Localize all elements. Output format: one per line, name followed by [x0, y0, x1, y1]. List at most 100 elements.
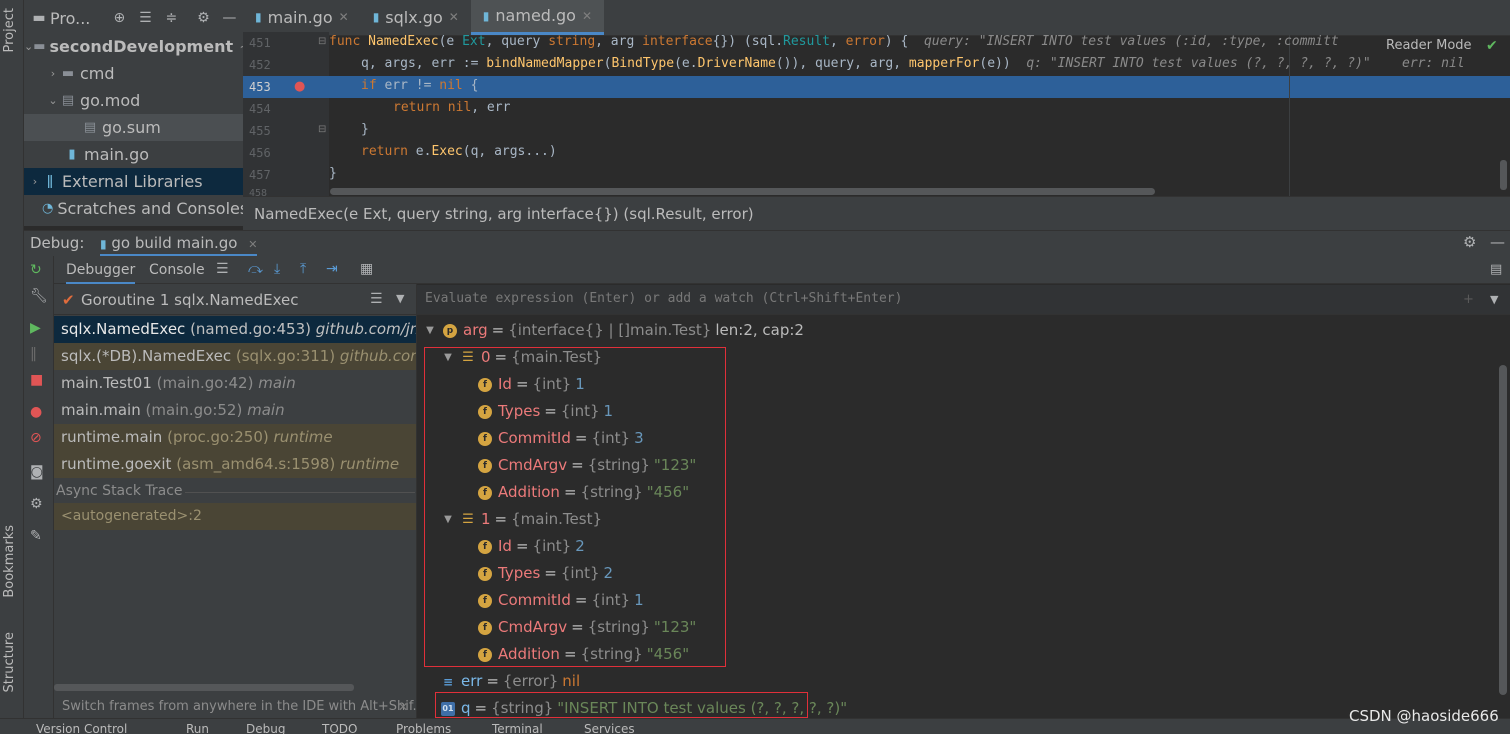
- tab-console[interactable]: Console: [149, 262, 205, 278]
- stack-frame[interactable]: sqlx.(*DB).NamedExec (sqlx.go:311) githu…: [54, 343, 416, 370]
- hide-icon[interactable]: —: [220, 10, 238, 26]
- stack-frame[interactable]: main.Test01 (main.go:42) main: [54, 370, 416, 397]
- rerun-icon[interactable]: ↻: [30, 262, 42, 278]
- check-icon[interactable]: ✔: [1486, 38, 1498, 54]
- variable-name: arg: [463, 321, 488, 339]
- breakpoint-icon[interactable]: ●: [294, 79, 305, 94]
- code-line-453[interactable]: if err != nil {: [361, 75, 478, 97]
- reader-mode-toggle[interactable]: Reader Mode: [1386, 38, 1472, 53]
- stack-frame-autogenerated[interactable]: <autogenerated>:2: [54, 503, 416, 530]
- evaluate-table-icon[interactable]: ▦: [360, 261, 373, 277]
- chevron-down-icon[interactable]: ⌄: [46, 94, 60, 107]
- editor-vertical-scrollbar[interactable]: [1500, 160, 1507, 190]
- step-into-icon[interactable]: ⤓: [274, 261, 280, 277]
- tab-main-go[interactable]: ▮ main.go ✕: [243, 0, 361, 35]
- project-view-title[interactable]: Pro...: [50, 9, 90, 28]
- folder-icon: ▬: [33, 39, 46, 54]
- tree-item-main-go[interactable]: ▮ main.go: [24, 141, 243, 168]
- stack-frame[interactable]: sqlx.NamedExec (named.go:453) github.com…: [54, 316, 416, 343]
- gear-icon[interactable]: ⚙: [194, 10, 212, 26]
- variables-vertical-scrollbar[interactable]: [1499, 365, 1507, 695]
- status-debug[interactable]: Debug: [246, 722, 285, 734]
- step-out-icon[interactable]: ⤒: [300, 261, 306, 277]
- locate-icon[interactable]: ⊕: [110, 10, 128, 26]
- tree-item-cmd[interactable]: › ▬ cmd: [24, 60, 243, 87]
- tree-item-scratches[interactable]: ◔ Scratches and Consoles: [24, 195, 243, 222]
- stop-icon[interactable]: ■: [30, 372, 43, 388]
- close-icon[interactable]: ✕: [449, 10, 459, 24]
- hide-icon[interactable]: —: [1490, 233, 1505, 251]
- code-line-456[interactable]: return e.Exec(q, args...): [361, 141, 557, 163]
- status-version-control[interactable]: Version Control: [36, 722, 127, 734]
- line-number: 457: [249, 168, 271, 182]
- tree-item-external-libraries[interactable]: › ǁ External Libraries: [24, 168, 243, 195]
- project-toolbar: ▬ Pro... ⊕ ☰ ≑ ⚙ —: [24, 0, 243, 36]
- code-line-455[interactable]: }: [361, 119, 369, 141]
- stack-frame[interactable]: runtime.goexit (asm_amd64.s:1598) runtim…: [54, 451, 416, 478]
- tab-debugger[interactable]: Debugger: [66, 262, 136, 285]
- fold-icon[interactable]: ⊟: [318, 124, 326, 135]
- chevron-right-icon[interactable]: ›: [46, 67, 60, 80]
- tab-named-go[interactable]: ▮ named.go ✕: [470, 0, 605, 35]
- status-run[interactable]: Run: [186, 722, 209, 734]
- code-line-451[interactable]: func NamedExec(e Ext, query string, arg …: [329, 31, 1339, 53]
- chevron-down-icon[interactable]: ▼: [396, 292, 404, 305]
- stack-frame[interactable]: main.main (main.go:52) main: [54, 397, 416, 424]
- project-tool-tab[interactable]: Project: [2, 8, 17, 52]
- run-to-cursor-icon[interactable]: ⇥: [326, 261, 338, 277]
- debug-session-tab[interactable]: ▮ go build main.go ✕: [100, 234, 258, 256]
- variable-name: err: [461, 672, 483, 690]
- structure-tool-tab[interactable]: Structure: [2, 632, 17, 692]
- frames-horizontal-scrollbar[interactable]: [54, 684, 354, 691]
- close-icon[interactable]: ✕: [339, 10, 349, 24]
- expand-all-icon[interactable]: ☰: [136, 10, 154, 26]
- stack-frame[interactable]: runtime.main (proc.go:250) runtime: [54, 424, 416, 451]
- evaluate-expression-input[interactable]: Evaluate expression (Enter) or add a wat…: [425, 291, 902, 306]
- code-token: Exec: [431, 144, 463, 159]
- chevron-down-icon[interactable]: ▼: [423, 317, 437, 344]
- check-icon: ✔: [62, 291, 75, 309]
- line-number: 456: [249, 146, 271, 160]
- pause-icon[interactable]: ‖: [30, 346, 37, 362]
- breadcrumb[interactable]: NamedExec(e Ext, query string, arg inter…: [254, 205, 754, 223]
- resume-icon[interactable]: ▶: [30, 320, 41, 336]
- tree-item-root[interactable]: ⌄ ▬ secondDevelopment ~/: [24, 33, 243, 60]
- mute-breakpoints-icon[interactable]: ⊘: [30, 430, 42, 446]
- variable-arg[interactable]: ▼ p arg = {interface{} | []main.Test} len:2…: [423, 317, 804, 344]
- gear-icon[interactable]: ⚙: [30, 496, 43, 512]
- close-icon[interactable]: ✕: [582, 9, 592, 23]
- step-over-icon[interactable]: ⤼: [248, 261, 263, 277]
- code-token: return: [393, 100, 448, 115]
- view-breakpoints-icon[interactable]: ●: [30, 404, 42, 420]
- close-icon[interactable]: ✕: [248, 238, 257, 251]
- status-services[interactable]: Services: [584, 722, 635, 734]
- camera-icon[interactable]: ◙: [30, 464, 44, 480]
- file-icon: ▤: [83, 120, 97, 135]
- status-problems[interactable]: Problems: [396, 722, 451, 734]
- variable-err[interactable]: ≡ err = {error} nil: [441, 668, 580, 695]
- gear-icon[interactable]: ⚙: [1463, 233, 1476, 251]
- fold-icon[interactable]: ⊟: [318, 36, 326, 47]
- add-watch-icon[interactable]: +: [1463, 292, 1474, 307]
- code-line-454[interactable]: return nil, err: [393, 97, 510, 119]
- tree-item-go-sum[interactable]: ▤ go.sum: [24, 114, 243, 141]
- editor-horizontal-scrollbar[interactable]: [330, 188, 1155, 195]
- wrench-icon[interactable]: 🔧︎: [30, 288, 48, 304]
- layout-settings-icon[interactable]: ▤: [1490, 262, 1502, 277]
- tab-sqlx-go[interactable]: ▮ sqlx.go ✕: [361, 0, 471, 35]
- collapse-all-icon[interactable]: ≑: [162, 10, 180, 26]
- chevron-right-icon[interactable]: ›: [28, 175, 42, 188]
- status-terminal[interactable]: Terminal: [492, 722, 543, 734]
- tree-item-go-mod[interactable]: ⌄ ▤ go.mod: [24, 87, 243, 114]
- code-line-457[interactable]: }: [329, 163, 337, 185]
- chevron-down-icon[interactable]: ▼: [1490, 293, 1498, 306]
- chevron-down-icon[interactable]: ⌄: [24, 40, 33, 53]
- layout-icon[interactable]: ☰: [216, 261, 229, 277]
- code-line-452[interactable]: q, args, err := bindNamedMapper(BindType…: [361, 53, 1465, 75]
- bookmarks-tool-tab[interactable]: Bookmarks: [2, 525, 17, 598]
- status-todo[interactable]: TODO: [322, 722, 357, 734]
- tab-label: main.go: [267, 7, 333, 27]
- filter-icon[interactable]: ☰: [370, 291, 383, 307]
- pin-icon[interactable]: ✎: [30, 528, 42, 544]
- close-icon[interactable]: ✕: [398, 700, 408, 714]
